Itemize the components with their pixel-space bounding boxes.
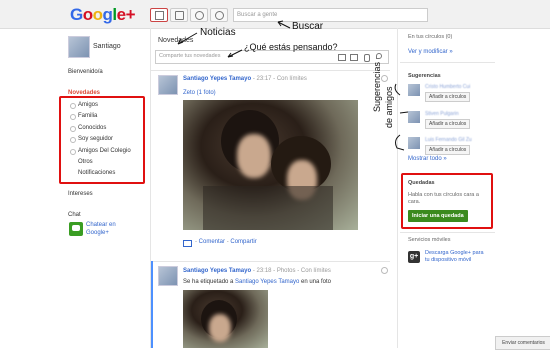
annotation-de-amigos: de amigos <box>384 86 394 128</box>
annotation-noticias: Noticias <box>200 27 236 38</box>
annotation-sugerencias: Sugerencias <box>372 61 382 112</box>
annotation-que-estas: ¿Qué estás pensando? <box>244 42 338 52</box>
annotation-arrows <box>177 20 409 151</box>
annotation-buscar: Buscar <box>292 21 324 32</box>
